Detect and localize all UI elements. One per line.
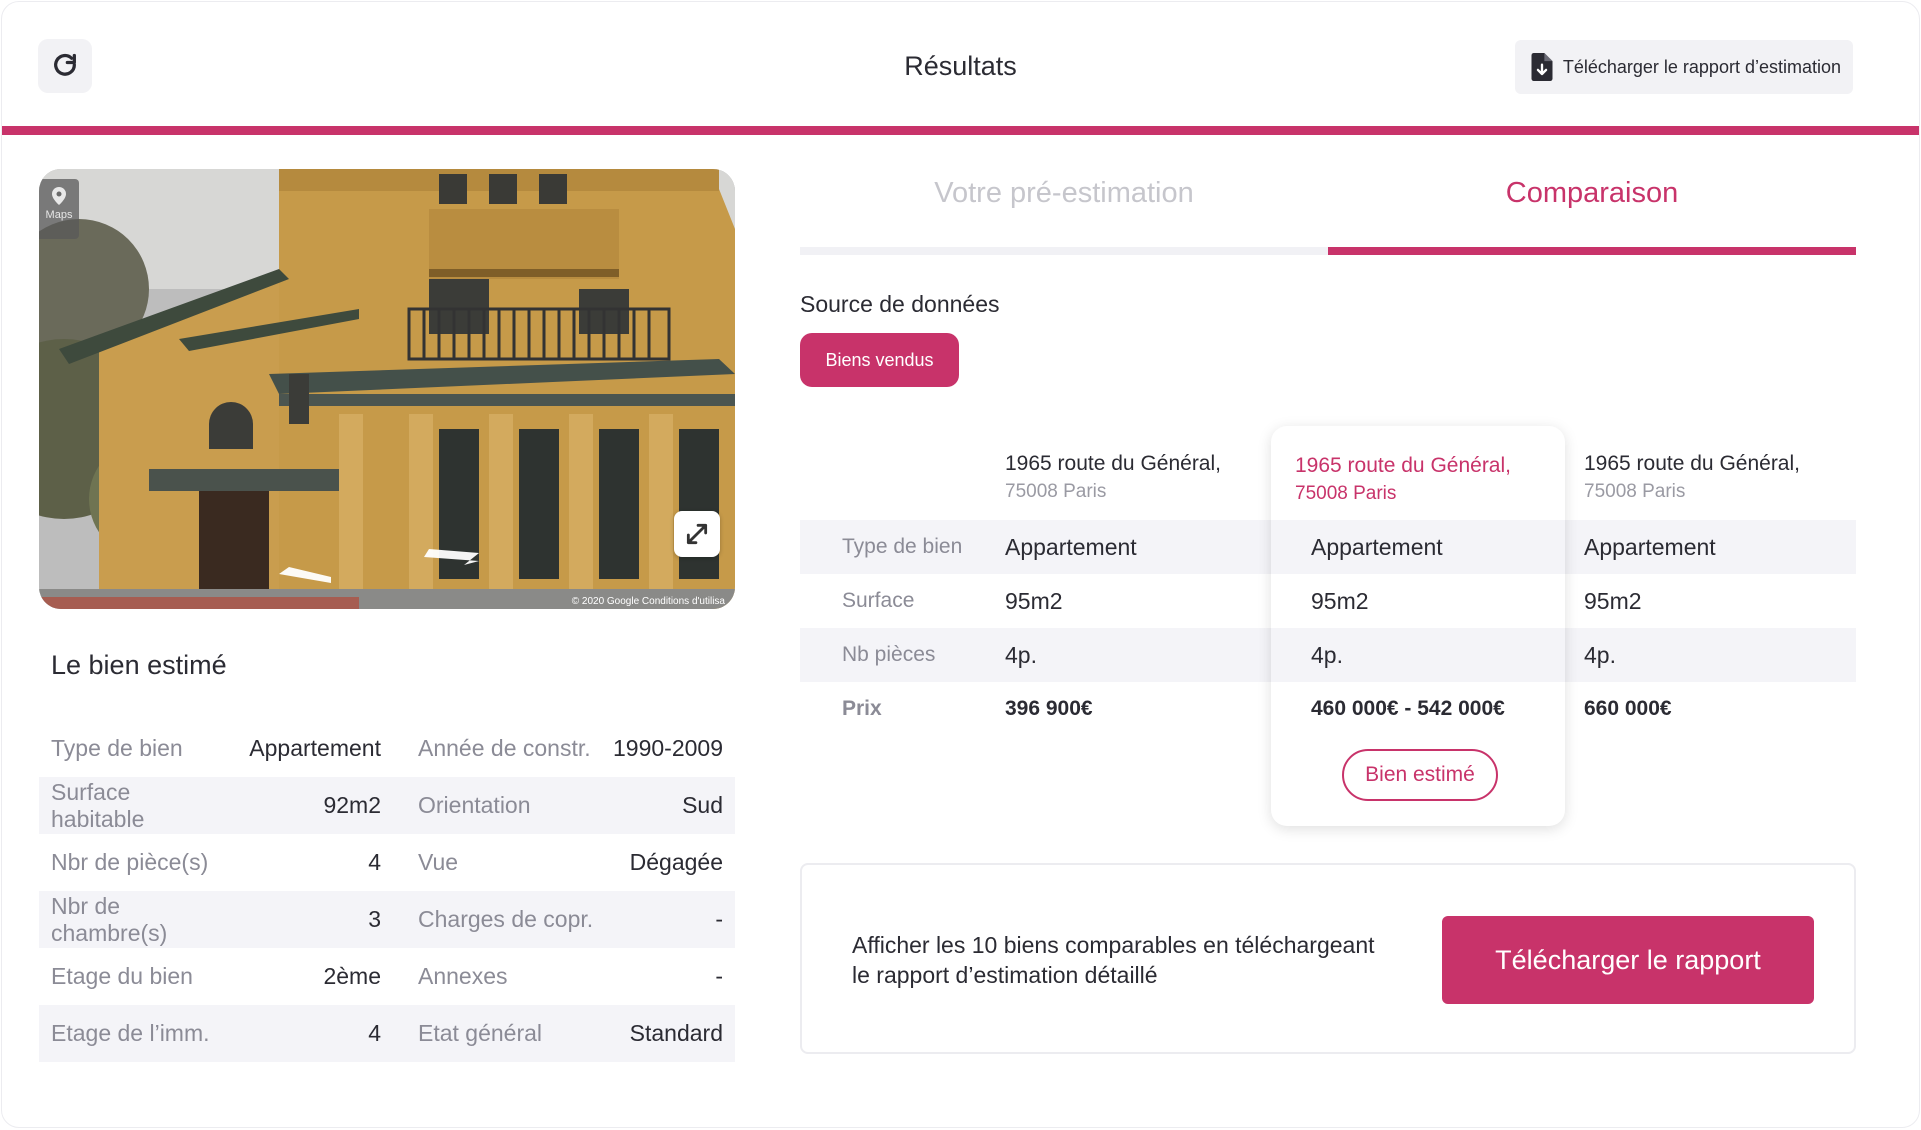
comparison-value: 660 000€ [1584, 697, 1672, 720]
property-value: Dégagée [629, 849, 723, 875]
data-source-label: Source de données [800, 291, 1000, 317]
comparable-address-1: 1965 route du Général, 75008 Paris [1005, 450, 1221, 506]
property-section-title: Le bien estimé [51, 650, 227, 680]
property-value: - [715, 963, 723, 989]
download-label: Télécharger le rapport d’estimation [1562, 56, 1841, 77]
comparison-value: 95m2 [1584, 587, 1642, 614]
property-label: Année de constr. [418, 735, 591, 761]
maps-label: Maps [45, 209, 73, 221]
property-value: - [715, 906, 723, 932]
header-accent-bar [2, 126, 1919, 135]
property-label: Nbr de chambre(s) [51, 892, 168, 946]
map-copyright: © 2020 Google Conditions d'utilisa [571, 596, 725, 607]
property-label: Vue [418, 849, 459, 875]
download-estimation-report-button[interactable]: Télécharger le rapport d’estimation [1514, 40, 1853, 94]
tab-active-indicator [1328, 247, 1856, 255]
property-label: Annexes [418, 963, 508, 989]
comparison-label: Surface [842, 589, 915, 612]
comparison-value: 4p. [1584, 641, 1616, 668]
property-row: Nbr de pièce(s) 4 Vue Dégagée [39, 834, 735, 891]
estimated-address: 1965 route du Général, 75008 Paris [1295, 452, 1511, 508]
property-row: Etage de l’imm. 4 Etat général Standard [39, 1005, 735, 1062]
comparison-label: Type de bien [842, 535, 963, 558]
comparison-value: Appartement [1584, 533, 1716, 560]
address-street: 1965 route du Général, [1295, 454, 1511, 477]
comparison-label: Nb pièces [842, 643, 936, 666]
cta-text-line: le rapport d’estimation détaillé [852, 962, 1158, 988]
building-image [39, 169, 735, 609]
comparison-value: 4p. [1005, 641, 1037, 668]
cta-text: Afficher les 10 biens comparables en tél… [852, 930, 1412, 990]
tab-comparaison[interactable]: Comparaison [1328, 177, 1856, 210]
property-value: Sud [682, 792, 723, 818]
property-details-table: Type de bien Appartement Année de constr… [39, 720, 735, 1062]
property-label: Charges de copr. [418, 906, 594, 932]
property-value: 4 [368, 849, 381, 875]
download-report-button[interactable]: Télécharger le rapport [1442, 916, 1814, 1004]
map-pin-icon [52, 187, 66, 205]
address-street: 1965 route du Général, [1584, 452, 1800, 475]
property-label: Etage de l’imm. [51, 1020, 210, 1046]
property-label: Surface habitable [51, 778, 145, 832]
cta-text-line: Afficher les 10 biens comparables en tél… [852, 932, 1375, 958]
property-value: Appartement [249, 735, 381, 761]
property-value: 2ème [323, 963, 381, 989]
property-value: 4 [368, 1020, 381, 1046]
property-label: Type de bien [51, 735, 183, 761]
address-street: 1965 route du Général, [1005, 452, 1221, 475]
header: Résultats Télécharger le rapport d’estim… [2, 2, 1919, 126]
expand-icon [686, 523, 708, 545]
comparison-value: 95m2 [1005, 587, 1063, 614]
property-label: Nbr de pièce(s) [51, 849, 209, 875]
address-city: 75008 Paris [1295, 483, 1397, 504]
property-row: Type de bien Appartement Année de constr… [39, 720, 735, 777]
sold-properties-button[interactable]: Biens vendus [800, 333, 959, 387]
app-frame: Résultats Télécharger le rapport d’estim… [1, 1, 1920, 1128]
property-label: Orientation [418, 792, 531, 818]
property-value: 92m2 [323, 792, 381, 818]
property-value: 3 [368, 906, 381, 932]
property-value: Standard [629, 1020, 723, 1046]
fullscreen-button[interactable] [674, 511, 720, 557]
address-city: 75008 Paris [1005, 481, 1107, 502]
tab-pre-estimation[interactable]: Votre pré-estimation [800, 177, 1328, 210]
property-label: Etat général [418, 1020, 543, 1046]
comparison-value: Appartement [1005, 533, 1137, 560]
property-label: Etage du bien [51, 963, 193, 989]
download-cta-box: Afficher les 10 biens comparables en tél… [800, 863, 1856, 1054]
property-row: Surface habitable 92m2 Orientation Sud [39, 777, 735, 834]
comparison-label: Prix [842, 697, 882, 720]
property-value: 1990-2009 [613, 735, 723, 761]
file-download-icon [1531, 53, 1553, 81]
property-row: Nbr de chambre(s) 3 Charges de copr. - [39, 891, 735, 948]
estimated-property-badge[interactable]: Bien estimé [1342, 749, 1498, 801]
maps-badge[interactable]: Maps [39, 179, 79, 239]
comparison-value: 396 900€ [1005, 697, 1093, 720]
comparable-address-2: 1965 route du Général, 75008 Paris [1584, 450, 1800, 506]
address-city: 75008 Paris [1584, 481, 1686, 502]
property-row: Etage du bien 2ème Annexes - [39, 948, 735, 1005]
street-view-photo[interactable]: Maps © 2020 Google Conditions d'utilisa [39, 169, 735, 609]
